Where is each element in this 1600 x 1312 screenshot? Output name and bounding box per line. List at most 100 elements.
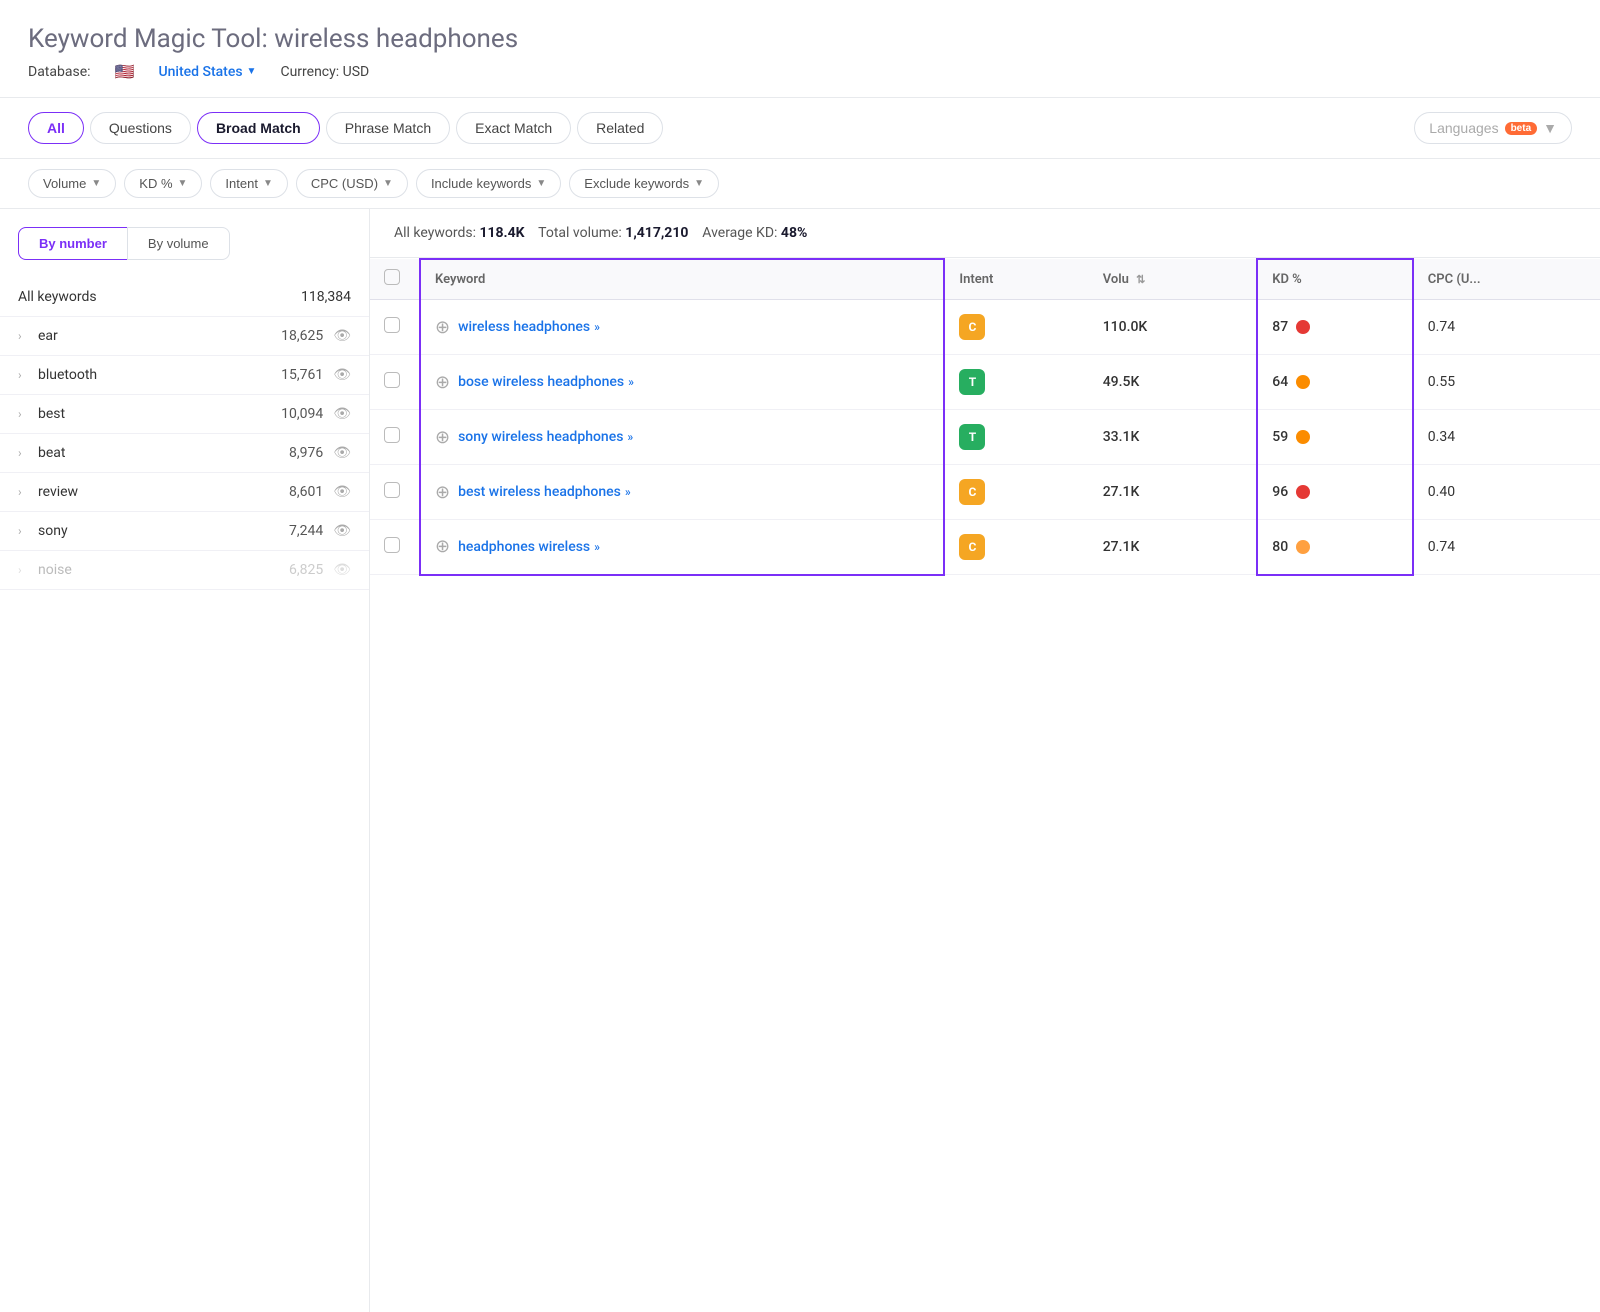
kd-cell: 59 [1257, 410, 1413, 465]
cpc-cell: 0.34 [1413, 410, 1600, 465]
kd-filter[interactable]: KD % ▼ [124, 169, 202, 198]
toggle-by-number[interactable]: By number [18, 227, 127, 260]
row-checkbox-cell [370, 465, 420, 520]
keyword-link[interactable]: bose wireless headphones » [458, 374, 634, 390]
sidebar-label: noise [38, 562, 289, 578]
sidebar-label: beat [38, 445, 289, 461]
add-keyword-button[interactable]: ⊕ [435, 482, 450, 503]
kd-value-group: 59 [1272, 429, 1398, 445]
sidebar-label: sony [38, 523, 289, 539]
kd-dot [1296, 430, 1310, 444]
exclude-keywords-label: Exclude keywords [584, 176, 689, 191]
add-keyword-button[interactable]: ⊕ [435, 317, 450, 338]
sidebar-item-ear[interactable]: › ear 18,625 👁 [0, 317, 369, 356]
row-checkbox[interactable] [384, 537, 400, 553]
keyword-link[interactable]: wireless headphones » [458, 319, 600, 335]
flag-icon: 🇺🇸 [115, 62, 135, 81]
intent-cell: T [944, 410, 1088, 465]
keyword-cell: ⊕ headphones wireless » [420, 520, 944, 575]
row-checkbox-cell [370, 355, 420, 410]
chevron-right-icon: › [18, 446, 28, 460]
sidebar-item-best[interactable]: › best 10,094 👁 [0, 395, 369, 434]
tab-all[interactable]: All [28, 112, 84, 144]
dropdown-filter-bar: Volume ▼ KD % ▼ Intent ▼ CPC (USD) ▼ Inc… [0, 159, 1600, 209]
volume-filter[interactable]: Volume ▼ [28, 169, 116, 198]
include-keywords-filter[interactable]: Include keywords ▼ [416, 169, 561, 198]
all-keywords-label: All keywords [18, 289, 97, 305]
kd-value-group: 87 [1272, 319, 1398, 335]
double-arrow-icon: » [594, 540, 600, 554]
stats-total-volume-label: Total volume: [538, 225, 622, 241]
chevron-down-icon: ▼ [91, 178, 101, 189]
kd-dot [1296, 375, 1310, 389]
eye-icon[interactable]: 👁 [333, 523, 351, 539]
sidebar-label: best [38, 406, 281, 422]
languages-button[interactable]: Languages beta ▼ [1414, 112, 1572, 144]
row-checkbox[interactable] [384, 427, 400, 443]
kd-cell: 87 [1257, 300, 1413, 355]
double-arrow-icon: » [627, 430, 633, 444]
double-arrow-icon: » [628, 375, 634, 389]
kd-value-group: 96 [1272, 484, 1398, 500]
tab-related[interactable]: Related [577, 112, 663, 144]
keyword-link[interactable]: best wireless headphones » [458, 484, 631, 500]
eye-icon[interactable]: 👁 [333, 445, 351, 461]
select-all-checkbox[interactable] [384, 269, 400, 285]
intent-filter[interactable]: Intent ▼ [210, 169, 287, 198]
chevron-right-icon: › [18, 485, 28, 499]
table-area: All keywords: 118.4K Total volume: 1,417… [370, 209, 1600, 1312]
tab-broad-match[interactable]: Broad Match [197, 112, 320, 144]
row-checkbox[interactable] [384, 482, 400, 498]
intent-badge: C [959, 534, 985, 560]
sidebar-item-beat[interactable]: › beat 8,976 👁 [0, 434, 369, 473]
toggle-by-volume[interactable]: By volume [127, 227, 230, 260]
volume-cell: 27.1K [1089, 465, 1258, 520]
add-keyword-button[interactable]: ⊕ [435, 536, 450, 557]
table-row: ⊕ bose wireless headphones » T49.5K 64 0… [370, 355, 1600, 410]
add-keyword-button[interactable]: ⊕ [435, 427, 450, 448]
cpc-filter[interactable]: CPC (USD) ▼ [296, 169, 408, 198]
sidebar-item-bluetooth[interactable]: › bluetooth 15,761 👁 [0, 356, 369, 395]
kd-dot [1296, 320, 1310, 334]
col-kd: KD % [1257, 259, 1413, 300]
sidebar-item-review[interactable]: › review 8,601 👁 [0, 473, 369, 512]
sidebar-label: ear [38, 328, 281, 344]
stats-total-volume-value: 1,417,210 [625, 225, 688, 241]
header: Keyword Magic Tool: wireless headphones … [0, 0, 1600, 98]
sidebar: By number By volume All keywords 118,384… [0, 209, 370, 1312]
eye-icon[interactable]: 👁 [333, 562, 351, 578]
exclude-keywords-filter[interactable]: Exclude keywords ▼ [569, 169, 719, 198]
row-checkbox[interactable] [384, 317, 400, 333]
kd-cell: 96 [1257, 465, 1413, 520]
eye-icon[interactable]: 👁 [333, 367, 351, 383]
keyword-link[interactable]: headphones wireless » [458, 539, 600, 555]
kd-dot [1296, 540, 1310, 554]
volume-cell: 49.5K [1089, 355, 1258, 410]
add-keyword-button[interactable]: ⊕ [435, 372, 450, 393]
database-link[interactable]: United States ▼ [158, 64, 256, 80]
header-meta: Database: 🇺🇸 United States ▼ Currency: U… [28, 62, 1572, 81]
kd-value: 59 [1272, 429, 1288, 445]
intent-cell: C [944, 465, 1088, 520]
sidebar-item-sony[interactable]: › sony 7,244 👁 [0, 512, 369, 551]
database-value: United States [158, 64, 242, 80]
table-row: ⊕ best wireless headphones » C27.1K 96 0… [370, 465, 1600, 520]
row-checkbox-cell [370, 300, 420, 355]
col-volume[interactable]: Volu ⇅ [1089, 259, 1258, 300]
eye-icon[interactable]: 👁 [333, 328, 351, 344]
tab-questions[interactable]: Questions [90, 112, 191, 144]
chevron-down-icon: ▼ [536, 178, 546, 189]
keyword-cell: ⊕ best wireless headphones » [420, 465, 944, 520]
tab-exact-match[interactable]: Exact Match [456, 112, 571, 144]
row-checkbox[interactable] [384, 372, 400, 388]
eye-icon[interactable]: 👁 [333, 484, 351, 500]
keyword-link[interactable]: sony wireless headphones » [458, 429, 633, 445]
eye-icon[interactable]: 👁 [333, 406, 351, 422]
kd-value-group: 80 [1272, 539, 1398, 555]
stats-avg-kd-value: 48% [781, 225, 807, 241]
sidebar-label: review [38, 484, 289, 500]
kd-filter-label: KD % [139, 176, 172, 191]
tab-phrase-match[interactable]: Phrase Match [326, 112, 450, 144]
table-row: ⊕ wireless headphones » C110.0K 87 0.74 [370, 300, 1600, 355]
sidebar-item-noise[interactable]: › noise 6,825 👁 [0, 551, 369, 590]
